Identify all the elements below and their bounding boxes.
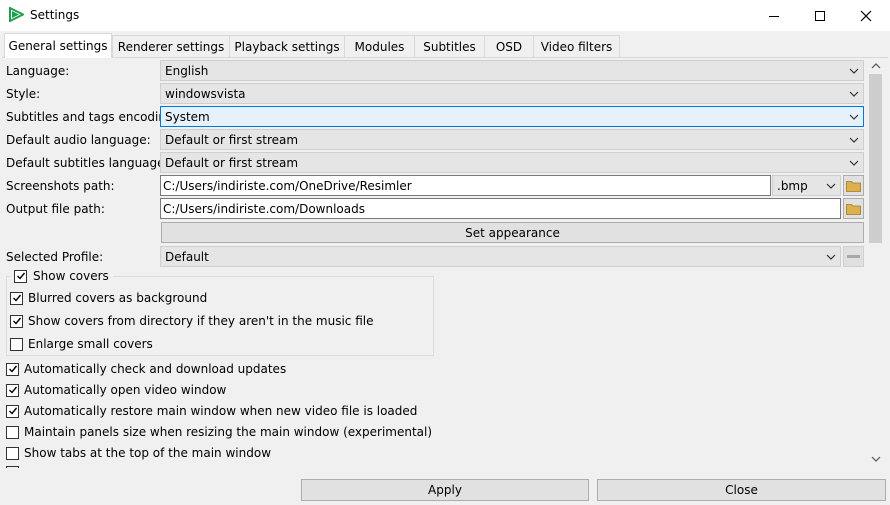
folder-icon	[846, 180, 861, 192]
next-option-partial	[6, 466, 19, 468]
window-title: Settings	[30, 8, 80, 22]
checkmark-icon	[8, 407, 17, 415]
chevron-down-icon	[871, 456, 880, 462]
show-covers-checkbox[interactable]	[14, 269, 27, 283]
tab-video-filters[interactable]: Video filters	[533, 35, 620, 57]
auto-updates-checkbox[interactable]	[6, 362, 19, 376]
auto-restore-window-label: Automatically restore main window when n…	[24, 404, 418, 418]
scrollbar-thumb[interactable]	[869, 74, 882, 243]
maximize-button[interactable]	[797, 0, 843, 31]
chevron-down-icon	[826, 254, 836, 260]
covers-from-directory-checkbox[interactable]	[10, 314, 23, 328]
maximize-icon	[815, 10, 825, 21]
covers-from-directory-label: Show covers from directory if they aren'…	[28, 314, 374, 328]
auto-open-video-option[interactable]: Automatically open video window	[6, 383, 226, 397]
tab-modules[interactable]: Modules	[344, 35, 415, 57]
folder-icon	[846, 203, 861, 215]
style-value: windowsvista	[165, 86, 246, 101]
tab-playback-settings[interactable]: Playback settings	[229, 35, 345, 57]
remove-profile-button[interactable]	[843, 246, 864, 267]
checkmark-icon	[8, 365, 17, 373]
tab-renderer-settings[interactable]: Renderer settings	[112, 35, 230, 57]
screenshot-format-select[interactable]: .bmp	[772, 175, 841, 196]
show-covers-label: Show covers	[33, 269, 109, 283]
chevron-up-icon	[871, 63, 880, 69]
enlarge-small-covers-checkbox[interactable]	[10, 337, 23, 351]
audio-language-label: Default audio language:	[6, 133, 151, 147]
minimize-button[interactable]	[751, 0, 797, 31]
minus-icon	[847, 255, 860, 258]
checkmark-icon	[12, 317, 21, 325]
browse-screenshots-button[interactable]	[843, 175, 864, 196]
chevron-down-icon	[849, 114, 859, 120]
language-select[interactable]: English	[160, 60, 864, 81]
scroll-down-button[interactable]	[869, 453, 882, 465]
blurred-covers-option[interactable]: Blurred covers as background	[10, 291, 207, 305]
selected-profile-label: Selected Profile:	[6, 250, 104, 264]
screenshots-path-value: C:/Users/indiriste.com/OneDrive/Resimler	[163, 178, 412, 193]
chevron-down-icon	[849, 91, 859, 97]
checkmark-icon	[8, 386, 17, 394]
blurred-covers-label: Blurred covers as background	[28, 291, 208, 305]
style-select[interactable]: windowsvista	[160, 83, 864, 104]
tabs-at-top-option[interactable]: Show tabs at the top of the main window	[6, 446, 271, 460]
close-button[interactable]: Close	[597, 479, 886, 501]
blurred-covers-checkbox[interactable]	[10, 291, 23, 305]
play-icon	[9, 6, 26, 25]
chevron-down-icon	[849, 137, 859, 143]
tab-bar-divider	[2, 57, 888, 58]
tab-general-settings[interactable]: General settings	[4, 33, 112, 58]
auto-open-video-label: Automatically open video window	[24, 383, 227, 397]
enlarge-small-covers-label: Enlarge small covers	[28, 337, 153, 351]
scroll-up-button[interactable]	[869, 60, 882, 72]
checkmark-icon	[12, 294, 21, 302]
chevron-down-icon	[826, 183, 836, 189]
tabs-at-top-label: Show tabs at the top of the main window	[24, 446, 272, 460]
subtitles-language-label: Default subtitles language:	[6, 156, 169, 170]
tab-subtitles[interactable]: Subtitles	[414, 35, 485, 57]
show-covers-toggle[interactable]: Show covers	[10, 269, 113, 283]
language-value: English	[165, 63, 209, 78]
enlarge-small-covers-option[interactable]: Enlarge small covers	[10, 337, 153, 351]
chevron-down-icon	[849, 160, 859, 166]
language-label: Language:	[6, 64, 70, 78]
maintain-panels-size-label: Maintain panels size when resizing the m…	[24, 425, 433, 439]
tab-osd[interactable]: OSD	[484, 35, 534, 57]
profile-value: Default	[165, 249, 209, 264]
set-appearance-button[interactable]: Set appearance	[161, 222, 864, 243]
profile-select[interactable]: Default	[160, 246, 841, 267]
auto-open-video-checkbox[interactable]	[6, 383, 19, 397]
auto-restore-window-option[interactable]: Automatically restore main window when n…	[6, 404, 417, 418]
close-window-button[interactable]	[843, 0, 889, 31]
output-path-label: Output file path:	[6, 202, 105, 216]
audio-language-value: Default or first stream	[165, 132, 299, 147]
chevron-down-icon	[849, 68, 859, 74]
auto-updates-option[interactable]: Automatically check and download updates	[6, 362, 286, 376]
title-bar: Settings	[0, 0, 890, 32]
maintain-panels-size-checkbox[interactable]	[6, 425, 19, 439]
encoding-select[interactable]: System	[160, 106, 864, 127]
screenshots-path-input[interactable]: C:/Users/indiriste.com/OneDrive/Resimler	[160, 175, 771, 196]
subtitles-language-value: Default or first stream	[165, 155, 299, 170]
output-path-input[interactable]: C:/Users/indiriste.com/Downloads	[160, 198, 841, 219]
screenshot-format-value: .bmp	[777, 178, 808, 193]
minimize-icon	[769, 15, 779, 17]
style-label: Style:	[6, 87, 41, 101]
maintain-panels-size-option[interactable]: Maintain panels size when resizing the m…	[6, 425, 432, 439]
encoding-label: Subtitles and tags encoding:	[6, 110, 178, 124]
encoding-value: System	[165, 109, 210, 124]
close-icon	[860, 10, 872, 21]
auto-restore-window-checkbox[interactable]	[6, 404, 19, 418]
checkmark-icon	[16, 272, 25, 280]
auto-updates-label: Automatically check and download updates	[24, 362, 287, 376]
output-path-value: C:/Users/indiriste.com/Downloads	[163, 201, 365, 216]
subtitles-language-select[interactable]: Default or first stream	[160, 152, 864, 173]
browse-output-button[interactable]	[843, 198, 864, 219]
tabs-at-top-checkbox[interactable]	[6, 446, 19, 460]
audio-language-select[interactable]: Default or first stream	[160, 129, 864, 150]
screenshots-path-label: Screenshots path:	[6, 179, 115, 193]
apply-button[interactable]: Apply	[301, 479, 589, 501]
covers-from-directory-option[interactable]: Show covers from directory if they aren'…	[10, 314, 374, 328]
